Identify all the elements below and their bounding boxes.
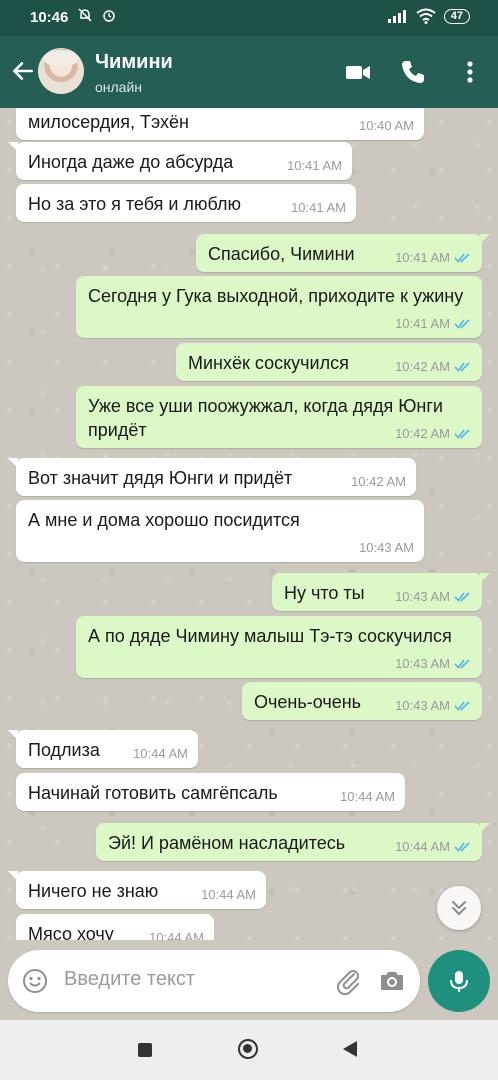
message-list[interactable]: милосердия, Тэхён 10:40 AM Иногда даже д…	[0, 108, 498, 948]
read-receipt-icon	[454, 252, 470, 263]
read-receipt-icon	[454, 318, 470, 329]
composer-bar: Введите текст	[0, 940, 498, 1020]
message-time: 10:42 AM	[395, 426, 450, 441]
message-text: А мне и дома хорошо посидится	[28, 510, 300, 530]
more-options-icon[interactable]	[456, 58, 484, 86]
message-incoming[interactable]: Но за это я тебя и люблю 10:41 AM	[16, 184, 356, 222]
back-arrow-icon[interactable]	[10, 58, 36, 84]
message-time: 10:43 AM	[395, 656, 450, 671]
alarm-icon	[103, 10, 115, 22]
message-outgoing[interactable]: Минхёк соскучился 10:42 AM	[176, 343, 482, 381]
emoji-icon[interactable]	[22, 968, 48, 994]
microphone-icon	[450, 971, 468, 992]
message-time: 10:44 AM	[340, 789, 395, 804]
message-input[interactable]: Введите текст	[8, 950, 420, 1012]
system-back-icon[interactable]	[343, 1041, 357, 1057]
message-outgoing[interactable]: Эй! И рамёном насладитесь 10:44 AM	[96, 823, 490, 861]
read-receipt-icon	[454, 591, 470, 602]
phone-call-icon[interactable]	[399, 58, 427, 86]
message-time: 10:44 AM	[395, 839, 450, 854]
message-text: Начинай готовить самгёпсаль	[28, 783, 278, 803]
message-incoming[interactable]: Подлиза 10:44 AM	[8, 730, 198, 768]
message-incoming[interactable]: Вот значит дядя Юнги и придёт 10:42 AM	[8, 458, 416, 496]
message-time: 10:41 AM	[287, 158, 342, 173]
scroll-to-bottom-button[interactable]	[437, 886, 481, 930]
message-time: 10:44 AM	[133, 746, 188, 761]
read-receipt-icon	[454, 658, 470, 669]
message-incoming[interactable]: милосердия, Тэхён 10:40 AM	[16, 108, 424, 140]
read-receipt-icon	[454, 361, 470, 372]
wifi-icon	[416, 8, 436, 24]
message-time: 10:41 AM	[291, 200, 346, 215]
message-text: Вот значит дядя Юнги и придёт	[28, 468, 293, 488]
message-text: Сегодня у Гука выходной, приходите к ужи…	[88, 286, 464, 306]
message-outgoing[interactable]: Очень-очень 10:43 AM	[242, 682, 482, 720]
message-outgoing[interactable]: Спасибо, Чимини 10:41 AM	[196, 234, 490, 272]
message-time: 10:41 AM	[395, 250, 450, 265]
status-bar: 10:46 47	[0, 0, 498, 36]
contact-name[interactable]: Чимини	[95, 51, 173, 74]
message-incoming[interactable]: Начинай готовить самгёпсаль 10:44 AM	[16, 773, 405, 811]
chat-header: Чимини онлайн	[0, 36, 498, 108]
message-outgoing[interactable]: Сегодня у Гука выходной, приходите к ужи…	[76, 276, 482, 338]
message-incoming[interactable]: А мне и дома хорошо посидится 10:43 AM	[16, 500, 424, 562]
message-incoming[interactable]: Ничего не знаю 10:44 AM	[8, 871, 266, 909]
video-call-icon[interactable]	[344, 58, 372, 86]
message-time: 10:42 AM	[351, 474, 406, 489]
message-time: 10:44 AM	[201, 887, 256, 902]
message-text: милосердия, Тэхён	[28, 112, 189, 132]
message-time: 10:42 AM	[395, 359, 450, 374]
contact-status: онлайн	[95, 79, 143, 95]
message-text: А по дяде Чимину малыш Тэ-тэ соскучился	[88, 626, 452, 646]
signal-icon	[387, 10, 406, 23]
read-receipt-icon	[454, 700, 470, 711]
message-input-placeholder: Введите текст	[64, 968, 196, 990]
clock: 10:46	[30, 9, 69, 26]
message-time: 10:43 AM	[395, 698, 450, 713]
recents-icon[interactable]	[138, 1043, 152, 1057]
system-navigation-bar	[0, 1020, 498, 1080]
contact-avatar[interactable]	[38, 48, 84, 94]
attach-icon[interactable]	[334, 966, 364, 996]
message-time: 10:41 AM	[395, 316, 450, 331]
message-outgoing[interactable]: Уже все уши поожужжал, когда дядя Юнги п…	[76, 386, 482, 448]
message-outgoing[interactable]: Ну что ты 10:43 AM	[272, 573, 490, 611]
battery-icon: 47	[443, 8, 470, 24]
voice-message-button[interactable]	[428, 950, 490, 1012]
home-icon[interactable]	[238, 1039, 258, 1059]
message-time: 10:43 AM	[395, 589, 450, 604]
notification-icons	[78, 8, 116, 26]
read-receipt-icon	[454, 841, 470, 852]
message-time: 10:40 AM	[359, 118, 414, 133]
dnd-off-icon	[78, 8, 92, 22]
read-receipt-icon	[454, 428, 470, 439]
message-outgoing[interactable]: А по дяде Чимину малыш Тэ-тэ соскучился …	[76, 616, 482, 678]
camera-icon[interactable]	[378, 967, 406, 995]
double-chevron-down-icon	[452, 901, 466, 916]
message-incoming[interactable]: Иногда даже до абсурда 10:41 AM	[8, 142, 352, 180]
message-time: 10:43 AM	[359, 540, 414, 555]
